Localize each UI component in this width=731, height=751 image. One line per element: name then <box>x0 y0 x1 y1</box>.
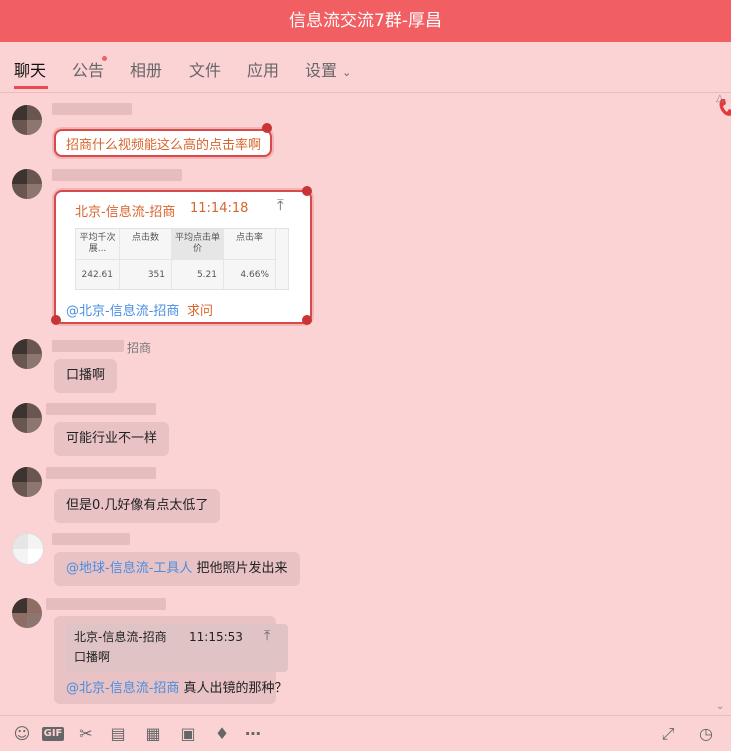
sender-name-redacted <box>46 403 156 415</box>
emoji-icon[interactable]: ☺ <box>12 724 32 744</box>
tab-announcement[interactable]: 公告 <box>72 57 104 81</box>
table-header: 点击数 <box>120 229 172 259</box>
avatar[interactable] <box>12 339 42 369</box>
scroll-down-icon[interactable]: ⌄ <box>716 701 724 712</box>
sender-name-redacted <box>46 467 156 479</box>
chat-area[interactable]: △ 招商什么视频能这么高的点击率啊 北京-信息流-招商 11:14:18 ⤒ @… <box>0 93 731 715</box>
mention-link[interactable]: @地球-信息流-工具人 <box>66 561 192 576</box>
message-text: 招商什么视频能这么高的点击率啊 <box>66 138 262 153</box>
more-icon[interactable]: ⋯ <box>243 724 263 744</box>
tab-album[interactable]: 相册 <box>130 57 162 81</box>
message-bubble[interactable]: 可能行业不一样 <box>54 422 170 456</box>
table-header: 平均点击单价 <box>172 229 224 259</box>
window-title: 信息流交流7群-厚昌 <box>0 0 731 42</box>
tab-settings[interactable]: 设置 ⌄ <box>305 57 351 81</box>
bell-icon[interactable]: ♦ <box>212 724 232 744</box>
table-cell: 4.66% <box>224 259 276 289</box>
message-bubble[interactable]: 但是0.几好像有点太低了 <box>54 489 221 523</box>
bubble-ornament <box>302 315 312 325</box>
chevron-down-icon: ⌄ <box>342 66 352 79</box>
avatar[interactable] <box>12 169 42 199</box>
message-text: 但是0.几好像有点太低了 <box>66 498 209 513</box>
message-text: 口播啊 <box>66 368 106 383</box>
avatar[interactable] <box>12 105 42 135</box>
table-cell: 242.61 <box>76 259 120 289</box>
bubble-ornament <box>262 123 272 133</box>
gif-icon[interactable]: GIF <box>42 727 64 741</box>
table-cell: 351 <box>120 259 172 289</box>
quoted-message[interactable]: 北京-信息流-招商 11:15:53 ⤒ 口播啊 <box>66 624 288 672</box>
unread-dot <box>102 56 107 61</box>
quote-text: 口播啊 <box>74 650 111 664</box>
avatar[interactable] <box>12 467 42 497</box>
quote-sender: 北京-信息流-招商 <box>74 630 167 644</box>
message-text: 把他照片发出来 <box>196 561 288 576</box>
tab-files[interactable]: 文件 <box>189 57 221 81</box>
history-icon[interactable]: ◷ <box>696 724 716 744</box>
message-text: 可能行业不一样 <box>66 431 158 446</box>
mention-link[interactable]: @北京-信息流-招商 <box>66 300 179 319</box>
folder-icon[interactable]: ▤ <box>108 724 128 744</box>
tab-bar: 聊天 公告 相册 文件 应用 设置 ⌄ <box>0 42 731 116</box>
message-bubble[interactable]: 口播啊 <box>54 359 118 393</box>
code-icon[interactable]: ▦ <box>143 724 163 744</box>
active-tab-indicator <box>14 86 48 89</box>
tab-apps[interactable]: 应用 <box>247 57 279 81</box>
image-header-name: 北京-信息流-招商 <box>75 205 176 220</box>
scroll-up-icon[interactable]: △ <box>716 93 724 104</box>
message-text: 真人出镜的那种？ <box>183 681 288 696</box>
quote-time: 11:15:53 <box>189 630 243 644</box>
sender-name-redacted <box>52 169 182 181</box>
message-bubble[interactable]: 北京-信息流-招商 11:15:53 ⤒ 口播啊 @北京-信息流-招商 真人出镜… <box>54 616 288 704</box>
tab-settings-label: 设置 <box>305 61 338 80</box>
input-toolbar: ☺ GIF ✂ ▤ ▦ ▣ ♦ ⋯ ⤢ ◷ <box>0 715 731 751</box>
message-text: 求问 <box>187 304 214 319</box>
sender-name-redacted <box>46 598 166 610</box>
sender-name-redacted <box>52 533 130 545</box>
scissors-icon[interactable]: ✂ <box>76 724 96 744</box>
pin-top-icon[interactable]: ⤒ <box>264 626 270 646</box>
avatar[interactable] <box>12 533 44 565</box>
message-bubble[interactable]: 招商什么视频能这么高的点击率啊 <box>54 129 272 157</box>
sender-name-redacted <box>52 103 132 115</box>
table-header: 平均千次展... <box>76 229 120 259</box>
avatar[interactable] <box>12 403 42 433</box>
table-header: 点击率 <box>224 229 276 259</box>
stats-table: 平均千次展... 点击数 平均点击单价 点击率 242.61 351 5.21 … <box>75 228 289 290</box>
bubble-ornament <box>51 315 61 325</box>
pin-top-icon[interactable]: ⤒ <box>277 196 284 214</box>
image-icon[interactable]: ▣ <box>178 724 198 744</box>
message-bubble[interactable]: @地球-信息流-工具人 把他照片发出来 <box>54 552 300 586</box>
sender-name-suffix: 招商 <box>127 341 152 355</box>
sender-name-redacted <box>52 340 124 352</box>
mention-link[interactable]: @北京-信息流-招商 <box>66 681 179 696</box>
avatar[interactable] <box>12 598 42 628</box>
expand-icon[interactable]: ⤢ <box>658 724 678 744</box>
image-header-time: 11:14:18 <box>190 201 249 216</box>
tab-chat[interactable]: 聊天 <box>14 57 46 81</box>
table-cell: 5.21 <box>172 259 224 289</box>
bubble-ornament <box>302 186 312 196</box>
